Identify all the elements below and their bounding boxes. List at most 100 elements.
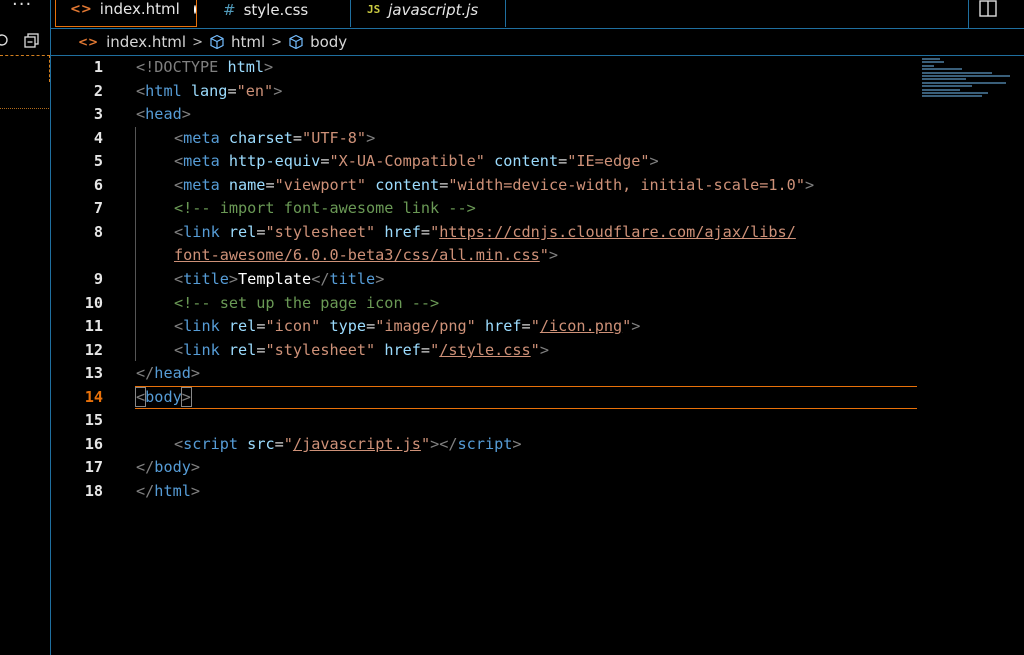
code-line-wrapped[interactable]: font-awesome/6.0.0-beta3/css/all.min.css… xyxy=(174,246,558,264)
token: meta xyxy=(183,152,220,170)
token: link xyxy=(183,223,220,241)
code-line[interactable]: </head> xyxy=(136,364,200,382)
token: " xyxy=(283,435,293,453)
token: = xyxy=(439,176,449,194)
code-line[interactable]: <title>Template</title> xyxy=(174,270,384,288)
token: href xyxy=(475,317,522,335)
element-cube-icon xyxy=(210,34,224,50)
token: src xyxy=(238,435,275,453)
tab-label: javascript.js xyxy=(388,0,479,19)
token: meta xyxy=(183,176,220,194)
token: meta xyxy=(183,129,220,147)
explorer-divider xyxy=(0,108,49,109)
collapse-all-icon[interactable] xyxy=(24,33,40,49)
url-link[interactable]: /style.css xyxy=(439,341,530,359)
token: " xyxy=(622,317,632,335)
token: < xyxy=(174,435,184,453)
token: < xyxy=(174,223,184,241)
token: href xyxy=(375,223,421,241)
tab-index-html[interactable]: <> index.html xyxy=(55,0,197,27)
code-line[interactable]: <meta http-equiv = "X-UA-Compatible" conte… xyxy=(174,152,659,170)
token: "X-UA-Compatible" xyxy=(329,152,485,170)
code-comment-line[interactable]: <!-- set up the page icon --> xyxy=(174,294,439,312)
token: html xyxy=(218,58,265,76)
bracket-match: < xyxy=(134,387,147,407)
code-line[interactable]: <meta name="viewport" content="width=dev… xyxy=(174,176,814,194)
token: head xyxy=(145,105,182,123)
token: > xyxy=(366,129,376,147)
token: > xyxy=(273,82,283,100)
code-line[interactable]: <link rel="stylesheet" href="https://cdn… xyxy=(174,223,796,241)
token: </ xyxy=(136,482,155,500)
token: " xyxy=(530,317,540,335)
token: = xyxy=(274,435,284,453)
line-number: 13 xyxy=(84,364,103,382)
url-link[interactable]: /icon.png xyxy=(540,317,622,335)
line-number: 17 xyxy=(84,458,103,476)
token: = xyxy=(227,82,237,100)
line-number: 15 xyxy=(84,411,103,429)
token: > xyxy=(548,246,559,264)
breadcrumb-body[interactable]: body xyxy=(310,33,347,51)
token: > xyxy=(649,152,659,170)
token: name xyxy=(219,176,266,194)
token: < xyxy=(136,82,146,100)
minimap[interactable] xyxy=(922,58,1012,102)
more-actions-icon[interactable]: ··· xyxy=(12,0,32,15)
token: </ xyxy=(136,458,155,476)
token: > xyxy=(375,270,385,288)
refresh-icon[interactable] xyxy=(0,33,10,47)
code-line[interactable]: <html lang="en"> xyxy=(136,82,282,100)
token: = xyxy=(521,317,531,335)
code-line[interactable]: <script src="/javascript.js"></script> xyxy=(174,435,522,453)
code-line[interactable]: </html> xyxy=(136,482,200,500)
token: script xyxy=(183,435,239,453)
token: "stylesheet" xyxy=(265,223,376,241)
token: " xyxy=(430,223,440,241)
code-comment-line[interactable]: <!-- import font-awesome link --> xyxy=(174,199,476,217)
line-number: 1 xyxy=(93,58,103,76)
token: < xyxy=(136,105,146,123)
token: Template xyxy=(238,270,312,288)
tab-style-css[interactable]: # style.css xyxy=(203,0,351,27)
token: = xyxy=(265,176,275,194)
token: "IE=edge" xyxy=(567,152,650,170)
code-line[interactable]: </body> xyxy=(136,458,200,476)
token: = xyxy=(420,223,431,241)
token: "viewport" xyxy=(274,176,367,194)
token: = xyxy=(366,317,376,335)
line-number: 11 xyxy=(84,317,103,335)
code-editor[interactable]: 1 2 3 4 5 6 7 8 9 10 11 12 13 14 15 16 1… xyxy=(51,56,1024,655)
token: title xyxy=(183,270,229,288)
line-number: 8 xyxy=(93,223,103,241)
url-link[interactable]: /javascript.js xyxy=(293,435,421,453)
unsaved-dot-icon[interactable] xyxy=(193,4,196,14)
code-line-active[interactable]: <body> xyxy=(134,387,192,407)
editor-tab-bar: <> index.html # style.css JS javascript.… xyxy=(51,0,1024,29)
tab-javascript-js[interactable]: JS javascript.js xyxy=(351,0,506,27)
token: > xyxy=(539,341,549,359)
token: type xyxy=(320,317,367,335)
code-line[interactable]: <meta charset="UTF-8"> xyxy=(174,129,375,147)
breadcrumb-html[interactable]: html xyxy=(231,33,265,51)
url-link[interactable]: font-awesome/6.0.0-beta3/css/all.min.css xyxy=(174,246,540,264)
token: > xyxy=(631,317,641,335)
code-line[interactable]: <link rel="stylesheet" href="/style.css"… xyxy=(174,341,549,359)
token: link xyxy=(183,317,220,335)
html-file-icon: <> xyxy=(70,1,92,17)
code-line[interactable]: <link rel="icon" type="image/png" href="… xyxy=(174,317,640,335)
indent-guide xyxy=(135,127,136,361)
breadcrumb-file[interactable]: index.html xyxy=(106,33,186,51)
code-line[interactable]: <head> xyxy=(136,105,191,123)
token: < xyxy=(174,270,184,288)
url-link[interactable]: https://cdnjs.cloudflare.com/ajax/libs/ xyxy=(439,223,796,241)
line-number-active: 14 xyxy=(84,388,103,406)
code-line[interactable]: <!DOCTYPE html> xyxy=(136,58,273,76)
line-number: 7 xyxy=(93,199,103,217)
token: body xyxy=(145,388,182,406)
selected-explorer-item[interactable] xyxy=(0,55,50,82)
token: > xyxy=(190,364,201,382)
split-editor-icon[interactable] xyxy=(968,0,1024,28)
token: charset xyxy=(219,129,293,147)
token: " xyxy=(430,341,440,359)
